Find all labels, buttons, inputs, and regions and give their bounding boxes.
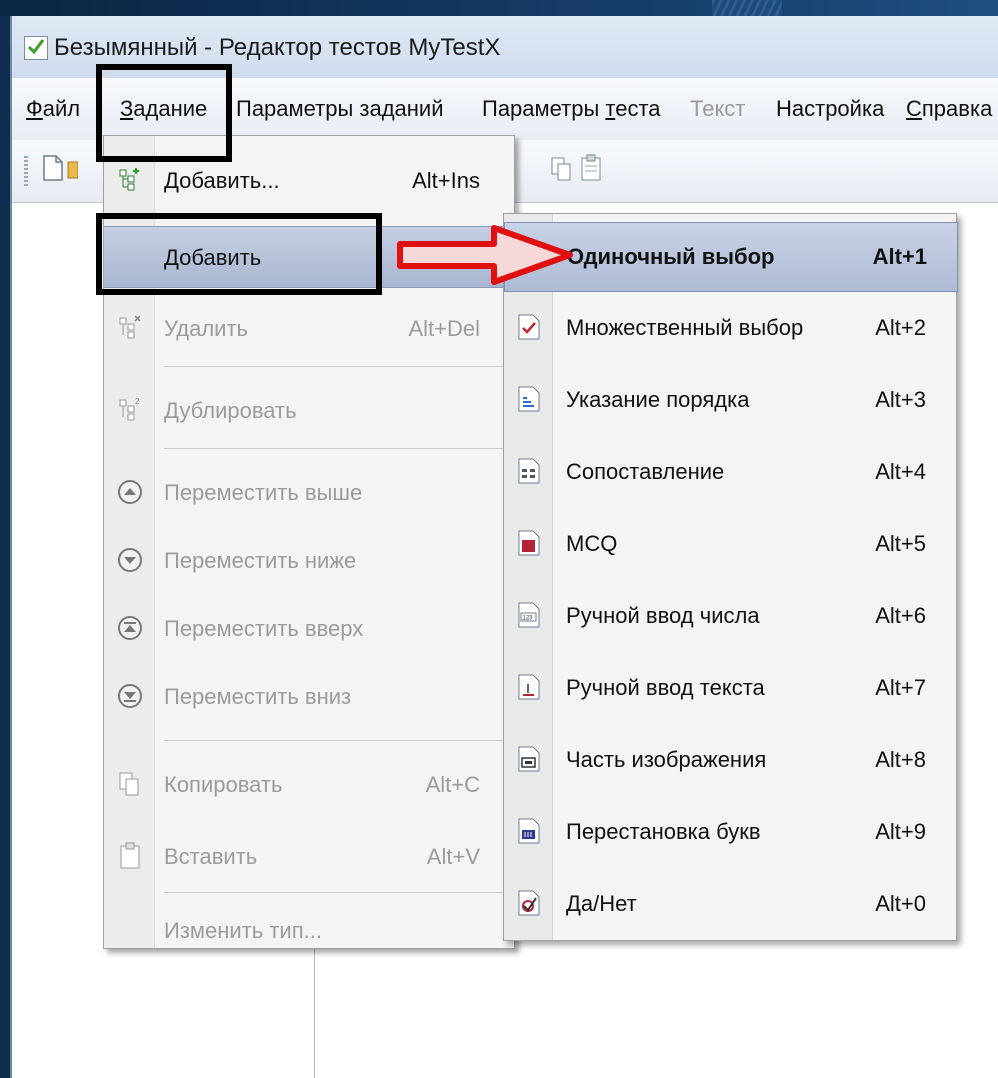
submenu-item-number-input[interactable]: 123 Ручной ввод числа Alt+6 bbox=[504, 582, 956, 650]
menu-item-label: Переместить ниже bbox=[164, 548, 357, 573]
menu-item-label: Изменить тип... bbox=[164, 918, 322, 943]
menu-item-duplicate[interactable]: 2 Дублировать bbox=[104, 380, 514, 440]
menu-separator bbox=[164, 892, 504, 893]
submenu-item-yes-no[interactable]: Да/Нет Alt+0 bbox=[504, 870, 956, 938]
menu-help[interactable]: Справка bbox=[906, 96, 992, 122]
menu-item-change-type[interactable]: Изменить тип... bbox=[104, 900, 514, 960]
move-down-icon bbox=[118, 548, 142, 572]
number-input-icon: 123 bbox=[518, 602, 540, 628]
yes-no-icon bbox=[518, 890, 540, 916]
duplicate-task-icon: 2 bbox=[119, 397, 140, 421]
toolbar-copy-icon[interactable] bbox=[550, 154, 572, 182]
submenu-item-shortcut: Alt+5 bbox=[875, 531, 926, 556]
frame-glint bbox=[712, 0, 782, 16]
submenu-item-text-input[interactable]: Ручной ввод текста Alt+7 bbox=[504, 654, 956, 722]
submenu-item-label: Одиночный выбор bbox=[567, 244, 775, 269]
ordering-icon bbox=[518, 386, 540, 412]
menu-item-shortcut: Alt+Del bbox=[408, 316, 480, 341]
add-task-submenu: Одиночный выбор Alt+1 Множественный выбо… bbox=[503, 213, 958, 941]
submenu-item-shortcut: Alt+8 bbox=[875, 747, 926, 772]
window-title: Безымянный - Редактор тестов MyTestX bbox=[54, 34, 501, 61]
move-bottom-icon bbox=[118, 684, 142, 708]
submenu-item-shortcut: Alt+0 bbox=[875, 891, 926, 916]
menu-item-label: Копировать bbox=[164, 772, 283, 797]
submenu-item-shortcut: Alt+6 bbox=[875, 603, 926, 628]
menu-item-move-up[interactable]: Переместить выше bbox=[104, 462, 514, 522]
menu-item-label: Добавить... bbox=[164, 168, 280, 193]
menu-item-label: Дублировать bbox=[164, 398, 297, 423]
mcq-icon bbox=[518, 530, 540, 556]
submenu-item-image-part[interactable]: Часть изображения Alt+8 bbox=[504, 726, 956, 794]
menu-item-copy[interactable]: Копировать Alt+C bbox=[104, 754, 514, 814]
menu-test-params[interactable]: Параметры теста bbox=[482, 96, 661, 122]
annotation-box-task-menu bbox=[96, 64, 232, 162]
menu-item-move-top[interactable]: Переместить вверх bbox=[104, 598, 514, 658]
menu-text: Текст bbox=[690, 96, 746, 121]
submenu-item-multiple-choice[interactable]: Множественный выбор Alt+2 bbox=[504, 294, 956, 362]
svg-text:2: 2 bbox=[135, 397, 140, 406]
annotation-box-add-item bbox=[96, 213, 382, 295]
menu-item-label: Переместить выше bbox=[164, 480, 363, 505]
menu-separator bbox=[164, 740, 504, 741]
menu-separator bbox=[164, 448, 504, 449]
paste-icon bbox=[120, 842, 140, 869]
menu-item-label: Переместить вниз bbox=[164, 684, 352, 709]
new-file-icon[interactable] bbox=[42, 154, 64, 182]
submenu-item-shortcut: Alt+9 bbox=[875, 819, 926, 844]
menu-task-params[interactable]: Параметры заданий bbox=[236, 96, 444, 122]
move-top-icon bbox=[118, 616, 142, 640]
submenu-item-shortcut: Alt+1 bbox=[872, 244, 927, 269]
toolbar-paste-icon[interactable] bbox=[580, 154, 602, 182]
submenu-item-label: Перестановка букв bbox=[566, 819, 761, 844]
submenu-item-ordering[interactable]: Указание порядка Alt+3 bbox=[504, 366, 956, 434]
submenu-item-label: Множественный выбор bbox=[566, 315, 804, 340]
menu-file[interactable]: Файл bbox=[26, 96, 80, 122]
submenu-item-shortcut: Alt+2 bbox=[875, 315, 926, 340]
menu-item-paste[interactable]: Вставить Alt+V bbox=[104, 826, 514, 886]
text-input-icon bbox=[518, 674, 540, 700]
copy-icon bbox=[119, 772, 139, 796]
image-part-icon bbox=[518, 746, 540, 772]
multiple-choice-icon bbox=[518, 314, 540, 340]
submenu-item-shortcut: Alt+3 bbox=[875, 387, 926, 412]
menu-item-shortcut: Alt+V bbox=[426, 844, 480, 869]
menu-item-shortcut: Alt+C bbox=[425, 772, 480, 797]
add-task-icon bbox=[119, 168, 139, 191]
submenu-item-label: Ручной ввод числа bbox=[566, 603, 760, 628]
menu-item-label: Вставить bbox=[164, 844, 258, 869]
letter-shuffle-icon bbox=[518, 818, 540, 844]
menu-item-move-bottom[interactable]: Переместить вниз bbox=[104, 666, 514, 726]
menu-item-label: Переместить вверх bbox=[164, 616, 364, 641]
move-up-icon bbox=[118, 480, 142, 504]
menu-item-label: Удалить bbox=[164, 316, 248, 341]
menu-item-delete[interactable]: Удалить Alt+Del bbox=[104, 298, 514, 358]
matching-icon bbox=[518, 458, 540, 484]
submenu-item-label: Да/Нет bbox=[566, 891, 637, 916]
submenu-item-letter-shuffle[interactable]: Перестановка букв Alt+9 bbox=[504, 798, 956, 866]
submenu-item-shortcut: Alt+4 bbox=[875, 459, 926, 484]
submenu-item-label: Указание порядка bbox=[566, 387, 750, 412]
menu-item-shortcut: Alt+Ins bbox=[412, 168, 480, 193]
menu-settings[interactable]: Настройка bbox=[776, 96, 884, 122]
open-folder-icon[interactable] bbox=[66, 154, 78, 182]
app-checkbox-icon bbox=[24, 36, 48, 60]
submenu-item-label: Часть изображения bbox=[566, 747, 767, 772]
submenu-item-mcq[interactable]: MCQ Alt+5 bbox=[504, 510, 956, 578]
submenu-item-label: Ручной ввод текста bbox=[566, 675, 765, 700]
submenu-item-matching[interactable]: Сопоставление Alt+4 bbox=[504, 438, 956, 506]
desktop-frame bbox=[0, 0, 998, 16]
menu-item-move-down[interactable]: Переместить ниже bbox=[104, 530, 514, 590]
toolbar-grip[interactable] bbox=[24, 156, 28, 186]
annotation-arrow-icon bbox=[397, 225, 573, 285]
submenu-item-label: MCQ bbox=[566, 531, 618, 556]
svg-text:123: 123 bbox=[523, 616, 534, 622]
submenu-item-shortcut: Alt+7 bbox=[875, 675, 926, 700]
delete-task-icon bbox=[119, 315, 141, 339]
menu-separator bbox=[164, 366, 504, 367]
submenu-item-label: Сопоставление bbox=[566, 459, 725, 484]
